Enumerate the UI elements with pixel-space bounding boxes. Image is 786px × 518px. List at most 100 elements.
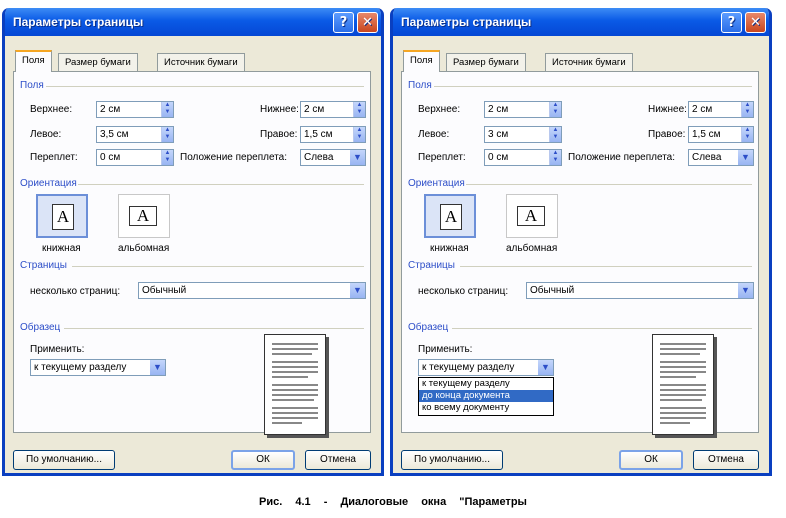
group-margins-label: Поля <box>408 80 432 91</box>
spin-arrows-icon[interactable]: ▲ ▼ <box>549 127 561 142</box>
left-margin-input[interactable]: 3 см ▲ ▼ <box>484 126 562 143</box>
top-margin-label: Верхнее: <box>418 104 461 115</box>
bottom-margin-label: Нижнее: <box>260 104 299 115</box>
group-divider <box>46 86 364 87</box>
bottom-margin-label: Нижнее: <box>648 104 687 115</box>
sample-page-preview <box>264 334 326 435</box>
tab-paper-source[interactable]: Источник бумаги <box>157 53 245 71</box>
gutter-position-select[interactable]: Слева ▼ <box>300 149 366 166</box>
bottom-margin-value: 2 см <box>692 104 713 115</box>
landscape-orientation-button[interactable]: A <box>118 194 170 238</box>
right-margin-input[interactable]: 1,5 см ▲ ▼ <box>300 126 366 143</box>
group-sample-label: Образец <box>20 322 61 333</box>
help-button[interactable]: ? <box>721 12 742 33</box>
chevron-down-icon[interactable]: ▼ <box>738 150 753 165</box>
multiple-pages-select[interactable]: Обычный ▼ <box>138 282 366 299</box>
chevron-down-icon[interactable]: ▼ <box>350 150 365 165</box>
default-button[interactable]: По умолчанию... <box>13 450 115 470</box>
option-whole-document[interactable]: ко всему документу <box>419 402 553 414</box>
apply-to-select[interactable]: к текущему разделу ▼ <box>30 359 166 376</box>
gutter-label: Переплет: <box>418 152 466 163</box>
bottom-margin-value: 2 см <box>304 104 325 115</box>
spin-arrows-icon[interactable]: ▲ ▼ <box>549 102 561 117</box>
spin-arrows-icon[interactable]: ▲ ▼ <box>161 127 173 142</box>
multiple-pages-label: несколько страниц: <box>418 286 509 297</box>
cancel-button[interactable]: Отмена <box>693 450 759 470</box>
tab-paper-source[interactable]: Источник бумаги <box>545 53 633 71</box>
spin-arrows-icon[interactable]: ▲ ▼ <box>353 102 365 117</box>
spin-arrows-icon[interactable]: ▲ ▼ <box>549 150 561 165</box>
tab-panel: Поля Верхнее: 2 см ▲ ▼ Нижнее: 2 см ▲ ▼ Ле… <box>13 71 371 435</box>
gutter-input[interactable]: 0 см ▲ ▼ <box>484 149 562 166</box>
tab-margins[interactable]: Поля <box>403 50 440 72</box>
apply-to-value: к текущему разделу <box>34 362 127 373</box>
gutter-value: 0 см <box>488 152 509 163</box>
group-orientation-label: Ориентация <box>408 178 465 189</box>
right-margin-label: Правое: <box>648 129 686 140</box>
group-divider <box>452 328 752 329</box>
spin-arrows-icon[interactable]: ▲ ▼ <box>741 127 753 142</box>
group-pages-label: Страницы <box>408 260 455 271</box>
multiple-pages-value: Обычный <box>142 285 187 296</box>
bottom-margin-input[interactable]: 2 см ▲ ▼ <box>300 101 366 118</box>
portrait-label: книжная <box>42 243 81 254</box>
figure-caption: Рис. 4.1 - Диалоговые окна "Параметры <box>259 496 527 508</box>
top-margin-value: 2 см <box>488 104 509 115</box>
spin-arrows-icon[interactable]: ▲ ▼ <box>161 150 173 165</box>
option-to-end-of-document[interactable]: до конца документа <box>419 390 553 402</box>
page-setup-dialog-left: Параметры страницы ? ✕ Поля Размер бумаг… <box>2 8 384 476</box>
right-margin-input[interactable]: 1,5 см ▲ ▼ <box>688 126 754 143</box>
default-button[interactable]: По умолчанию... <box>401 450 503 470</box>
group-pages-label: Страницы <box>20 260 67 271</box>
sample-page-preview <box>652 334 714 435</box>
tab-margins[interactable]: Поля <box>15 50 52 72</box>
chevron-down-icon[interactable]: ▼ <box>350 283 365 298</box>
title-bar[interactable]: Параметры страницы ? ✕ <box>393 8 769 36</box>
apply-to-select[interactable]: к текущему разделу ▼ <box>418 359 554 376</box>
portrait-orientation-button[interactable]: A <box>424 194 476 238</box>
spin-arrows-icon[interactable]: ▲ ▼ <box>741 102 753 117</box>
right-margin-value: 1,5 см <box>304 129 333 140</box>
chevron-down-icon[interactable]: ▼ <box>738 283 753 298</box>
group-sample-label: Образец <box>408 322 449 333</box>
close-button[interactable]: ✕ <box>357 12 378 33</box>
chevron-down-icon[interactable]: ▼ <box>538 360 553 375</box>
tab-paper-size[interactable]: Размер бумаги <box>58 53 138 71</box>
tab-paper-size[interactable]: Размер бумаги <box>446 53 526 71</box>
gutter-value: 0 см <box>100 152 121 163</box>
portrait-page-icon: A <box>52 204 74 230</box>
ok-button[interactable]: ОК <box>231 450 295 470</box>
bottom-margin-input[interactable]: 2 см ▲ ▼ <box>688 101 754 118</box>
chevron-down-icon[interactable]: ▼ <box>150 360 165 375</box>
landscape-label: альбомная <box>118 243 170 254</box>
gutter-position-value: Слева <box>304 152 334 163</box>
ok-button[interactable]: ОК <box>619 450 683 470</box>
portrait-label: книжная <box>430 243 469 254</box>
group-orientation-label: Ориентация <box>20 178 77 189</box>
portrait-orientation-button[interactable]: A <box>36 194 88 238</box>
gutter-position-value: Слева <box>692 152 722 163</box>
top-margin-input[interactable]: 2 см ▲ ▼ <box>96 101 174 118</box>
spin-arrows-icon[interactable]: ▲ ▼ <box>161 102 173 117</box>
spin-arrows-icon[interactable]: ▲ ▼ <box>353 127 365 142</box>
multiple-pages-select[interactable]: Обычный ▼ <box>526 282 754 299</box>
top-margin-input[interactable]: 2 см ▲ ▼ <box>484 101 562 118</box>
apply-to-dropdown-list[interactable]: к текущему разделу до конца документа ко… <box>418 377 554 416</box>
gutter-input[interactable]: 0 см ▲ ▼ <box>96 149 174 166</box>
landscape-orientation-button[interactable]: A <box>506 194 558 238</box>
dialog-title: Параметры страницы <box>401 15 532 29</box>
landscape-page-icon: A <box>517 206 545 226</box>
group-divider <box>78 184 364 185</box>
gutter-position-select[interactable]: Слева ▼ <box>688 149 754 166</box>
multiple-pages-label: несколько страниц: <box>30 286 121 297</box>
left-margin-value: 3 см <box>488 129 509 140</box>
option-current-section[interactable]: к текущему разделу <box>419 378 553 390</box>
close-button[interactable]: ✕ <box>745 12 766 33</box>
left-margin-input[interactable]: 3,5 см ▲ ▼ <box>96 126 174 143</box>
cancel-button[interactable]: Отмена <box>305 450 371 470</box>
title-bar[interactable]: Параметры страницы ? ✕ <box>5 8 381 36</box>
gutter-position-label: Положение переплета: <box>568 152 676 163</box>
left-margin-value: 3,5 см <box>100 129 129 140</box>
landscape-page-icon: A <box>129 206 157 226</box>
help-button[interactable]: ? <box>333 12 354 33</box>
